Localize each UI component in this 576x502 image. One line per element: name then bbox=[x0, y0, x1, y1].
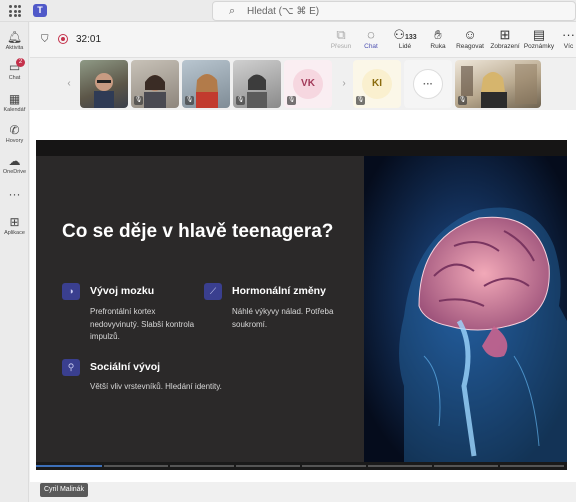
mic-muted-icon: 🎙︎ bbox=[236, 96, 245, 105]
more-participants-tile[interactable]: ··· bbox=[404, 60, 452, 108]
participant-video-tile[interactable]: 🎙︎ bbox=[182, 60, 230, 108]
app-launcher-icon[interactable] bbox=[9, 5, 21, 17]
participant-video-tile[interactable]: 🎙︎ bbox=[233, 60, 281, 108]
participant-video bbox=[94, 73, 114, 108]
brain-illustration bbox=[364, 156, 567, 470]
chat-bubble-icon: ◌ bbox=[367, 27, 375, 42]
slide-title: Co se děje v hlavě teenagera? bbox=[62, 221, 334, 242]
feature-hormonal-changes: ⟋ Hormonální změny Náhlé výkyvy nálad. P… bbox=[204, 283, 354, 343]
slide-top-band bbox=[36, 140, 567, 156]
mic-muted-icon: 🎙︎ bbox=[185, 96, 194, 105]
brain-icon: ◑ bbox=[62, 283, 80, 300]
mic-muted-icon: 🎙︎ bbox=[287, 96, 296, 105]
grid-view-icon: ⊞ bbox=[499, 27, 511, 42]
feature-brain-development: ◑ Vývoj mozku Prefrontální kortex nedovy… bbox=[62, 283, 202, 353]
participant-initials: VK bbox=[293, 69, 323, 99]
rail-item-activity[interactable]: 🔔︎ Aktivita bbox=[0, 30, 29, 51]
share-button[interactable]: ⧉ Přesun bbox=[328, 27, 354, 50]
chat-button[interactable]: ◌ Chat bbox=[360, 27, 382, 50]
rail-item-calls[interactable]: ✆ Hovory bbox=[0, 123, 29, 144]
shield-icon: ⛉ bbox=[41, 34, 49, 45]
participant-video-tile[interactable] bbox=[80, 60, 128, 108]
bell-icon: 🔔︎ bbox=[6, 30, 23, 44]
more-button[interactable]: ··· Víc bbox=[561, 27, 576, 50]
rail-item-apps[interactable]: ⊞ Aplikace bbox=[0, 215, 29, 236]
participant-video bbox=[461, 64, 537, 108]
search-placeholder[interactable]: Hledat (⌥ ⌘ E) bbox=[247, 6, 319, 17]
cloud-icon: ☁ bbox=[8, 154, 21, 168]
notes-button[interactable]: ▤ Poznámky bbox=[523, 27, 555, 50]
app-rail: 🔔︎ Aktivita ▭ 2 Chat ▦ Kalendář ✆ Hovory… bbox=[0, 22, 29, 502]
mic-muted-icon: 🎙︎ bbox=[134, 96, 143, 105]
meeting-toolbar: ⛉ 32:01 ⧉ Přesun ◌ Chat ⚇133 Lidé ✋︎ Ruk… bbox=[30, 22, 576, 58]
more-icon: ··· bbox=[8, 187, 21, 201]
participant-video-tile[interactable]: 🎙︎ bbox=[131, 60, 179, 108]
notes-icon: ▤ bbox=[532, 27, 546, 42]
react-button[interactable]: ☺ Reagovat bbox=[454, 27, 486, 50]
teams-logo-icon: T bbox=[33, 4, 47, 17]
recording-icon bbox=[58, 34, 68, 44]
participant-avatar-tile[interactable]: KI 🎙︎ bbox=[353, 60, 401, 108]
more-icon: ··· bbox=[562, 27, 575, 42]
chevron-right-icon[interactable]: › bbox=[335, 60, 353, 108]
participant-strip: ‹ 🎙︎ 🎙︎ 🎙︎ VK 🎙︎ › KI 🎙︎ ··· 🎙︎ bbox=[60, 60, 546, 110]
participant-video-tile[interactable]: 🎙︎ bbox=[455, 60, 541, 108]
search-box[interactable]: ⌕ Hledat (⌥ ⌘ E) bbox=[212, 1, 576, 21]
calendar-icon: ▦ bbox=[8, 92, 21, 106]
meeting-timer: 32:01 bbox=[76, 34, 102, 45]
phone-icon: ✆ bbox=[9, 123, 20, 137]
participant-initials: KI bbox=[362, 69, 392, 99]
raise-hand-button[interactable]: ✋︎ Ruka bbox=[428, 27, 448, 50]
trend-chart-icon: ⟋ bbox=[204, 283, 222, 300]
person-icon: ⚲ bbox=[62, 359, 80, 376]
rail-item-calendar[interactable]: ▦ Kalendář bbox=[0, 92, 29, 113]
more-participants-indicator: ··· bbox=[413, 69, 443, 99]
mic-muted-icon: 🎙︎ bbox=[458, 96, 467, 105]
search-icon: ⌕ bbox=[229, 5, 236, 17]
chevron-left-icon[interactable]: ‹ bbox=[60, 60, 78, 108]
share-tray-icon: ⧉ bbox=[336, 27, 346, 42]
slide-progress-bar bbox=[36, 462, 567, 470]
rail-item-onedrive[interactable]: ☁ OneDrive bbox=[0, 154, 29, 175]
rail-more-apps[interactable]: ··· bbox=[0, 187, 29, 201]
participant-avatar-tile[interactable]: VK 🎙︎ bbox=[284, 60, 332, 108]
people-icon: ⚇133 bbox=[393, 27, 417, 42]
shared-screen-stage: Co se děje v hlavě teenagera? ◑ Vývoj mo… bbox=[30, 110, 576, 482]
rail-item-chat[interactable]: ▭ 2 Chat bbox=[0, 58, 29, 81]
unread-badge: 2 bbox=[16, 58, 25, 67]
view-button[interactable]: ⊞ Zobrazení bbox=[489, 27, 521, 50]
hand-icon: ✋︎ bbox=[434, 27, 442, 42]
presentation-slide: Co se děje v hlavě teenagera? ◑ Vývoj mo… bbox=[36, 140, 567, 470]
smile-icon: ☺ bbox=[463, 27, 477, 42]
mic-muted-icon: 🎙︎ bbox=[356, 96, 365, 105]
apps-add-icon: ⊞ bbox=[9, 215, 20, 229]
title-bar: T ⌕ Hledat (⌥ ⌘ E) bbox=[0, 0, 576, 22]
people-count: 133 bbox=[404, 34, 417, 41]
feature-social-development: ⚲ Sociální vývoj Větší vliv vrstevníků. … bbox=[62, 359, 262, 399]
people-button[interactable]: ⚇133 Lidé bbox=[390, 27, 420, 50]
presenter-name-tag: Cyril Malinák bbox=[40, 483, 89, 497]
